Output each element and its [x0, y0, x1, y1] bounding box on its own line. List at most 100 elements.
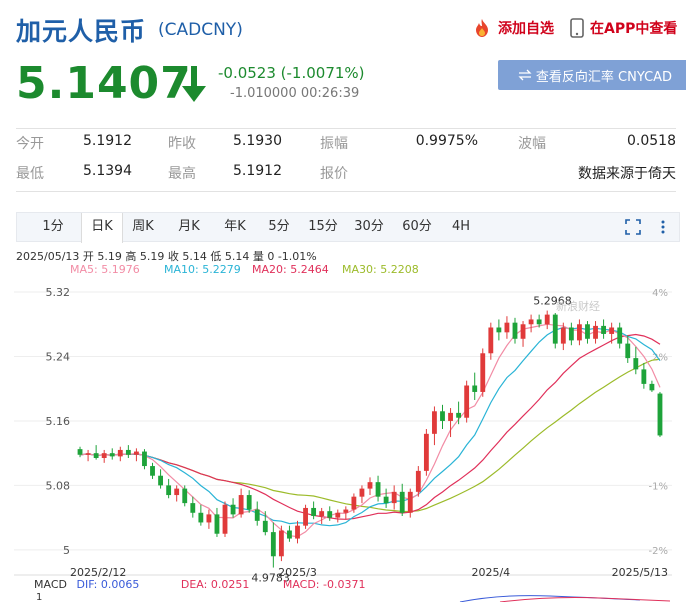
candle	[150, 462, 155, 479]
tab-daily[interactable]: 日K	[81, 213, 123, 243]
fullscreen-icon[interactable]	[625, 219, 641, 235]
candle	[585, 321, 590, 344]
stat-label-quote: 报价	[320, 166, 348, 182]
tab-30min[interactable]: 30分	[347, 213, 391, 241]
tab-1min[interactable]: 1分	[35, 213, 71, 241]
candle	[311, 501, 317, 520]
candle	[657, 391, 663, 438]
candle	[101, 449, 107, 463]
stat-value-range: 0.0518	[627, 133, 676, 149]
arrow-down-icon	[182, 66, 206, 102]
macd-value: MACD: -0.0371	[282, 578, 366, 591]
candle	[335, 509, 341, 523]
tab-monthly[interactable]: 月K	[169, 213, 209, 241]
ma5-legend: MA5: 5.1976	[70, 263, 140, 276]
candle	[93, 445, 99, 460]
candle	[238, 488, 244, 518]
swap-icon	[518, 69, 532, 81]
current-price: 5.1407	[16, 58, 192, 109]
candle	[133, 448, 139, 462]
tab-weekly[interactable]: 周K	[125, 213, 161, 241]
ma10-legend: MA10: 5.2279	[164, 263, 241, 276]
stats-table: 今开 5.1912 昨收 5.1930 振幅 0.9975% 波幅 0.0518…	[16, 128, 676, 192]
candle	[359, 485, 365, 504]
view-in-app-label: 在APP中查看	[590, 21, 678, 37]
stat-label-amplitude: 振幅	[320, 136, 348, 152]
candle	[367, 477, 373, 496]
stat-label-range: 波幅	[518, 136, 546, 152]
price-subtext: -1.010000 00:26:39	[230, 86, 360, 101]
candle	[142, 449, 147, 470]
candle	[109, 448, 115, 460]
candle	[593, 321, 598, 344]
candle	[303, 504, 308, 529]
add-watchlist-label: 添加自选	[498, 21, 554, 37]
ma20-legend: MA20: 5.2464	[252, 263, 329, 276]
candle	[601, 319, 607, 339]
y-tick-label-percent: 4%	[652, 288, 668, 299]
candle	[472, 372, 478, 400]
tab-4h[interactable]: 4H	[443, 213, 479, 241]
chart-period-tabs: 1分 日K 周K 月K 年K 5分 15分 30分 60分 4H	[16, 212, 680, 243]
header: 加元人民币 (CADCNY) 添加自选 在APP中查看	[16, 8, 680, 48]
data-source-text: 数据来源于倚天	[578, 166, 676, 182]
stat-value-open: 5.1912	[83, 133, 132, 149]
tab-15min[interactable]: 15分	[303, 213, 343, 241]
y-tick-label: 5	[63, 544, 70, 557]
candle	[512, 317, 518, 344]
macd-legend: MACD DIF: 0.0065 DEA: 0.0251 MACD: -0.03…	[34, 578, 365, 591]
stat-label-prev-close: 昨收	[168, 136, 196, 152]
candle	[295, 520, 300, 544]
macd-dea: DEA: 0.0251	[180, 578, 250, 591]
view-in-app-button[interactable]: 在APP中查看	[570, 18, 677, 38]
x-axis-label: 2025/5/13	[612, 566, 668, 579]
macd-lines	[459, 595, 671, 602]
candle	[544, 310, 550, 330]
candle	[246, 490, 252, 513]
candle	[125, 445, 131, 458]
candle	[278, 525, 284, 562]
y-tick-label: 5.16	[46, 415, 71, 428]
candle	[174, 485, 180, 502]
candle	[343, 506, 349, 520]
candle	[77, 446, 83, 458]
candle	[319, 507, 325, 525]
stat-value-high: 5.1912	[233, 163, 282, 179]
flame-icon	[476, 19, 488, 37]
candle	[270, 522, 276, 568]
ma30-legend: MA30: 5.2208	[342, 263, 419, 276]
stat-label-high: 最高	[168, 166, 196, 182]
candle	[206, 509, 212, 529]
candle	[464, 380, 470, 423]
candle	[568, 322, 574, 346]
candle	[432, 406, 437, 446]
y-tick-label-percent: -2%	[649, 546, 668, 557]
page-title: 加元人民币	[16, 17, 147, 46]
candle	[423, 429, 429, 476]
tab-yearly[interactable]: 年K	[215, 213, 255, 241]
y-tick-label: 5.32	[46, 286, 71, 299]
tab-60min[interactable]: 60分	[395, 213, 439, 241]
reverse-rate-button[interactable]: 查看反向汇率 CNYCAD	[498, 60, 686, 90]
candle	[440, 404, 445, 429]
currency-code: (CADCNY)	[158, 20, 243, 40]
candle	[375, 475, 381, 502]
candle	[528, 314, 534, 333]
add-watchlist-button[interactable]: 添加自选	[472, 18, 554, 38]
more-options-icon[interactable]	[655, 219, 671, 235]
candle	[552, 313, 558, 349]
candle	[577, 319, 582, 346]
y-axis-labels: 5.325.245.165.0854%2%-1%-2%	[46, 286, 669, 557]
candle	[407, 488, 413, 518]
candle	[214, 507, 220, 537]
candle	[496, 319, 502, 341]
kline-chart[interactable]: 5.325.245.165.0854%2%-1%-2% 5.29684.9783…	[0, 278, 686, 602]
candle	[190, 496, 196, 518]
tab-5min[interactable]: 5分	[261, 213, 297, 241]
reverse-rate-label: 查看反向汇率 CNYCAD	[535, 69, 673, 85]
macd-dif: DIF: 0.0065	[76, 578, 140, 591]
phone-icon	[570, 18, 584, 38]
y-tick-label: 5.08	[46, 479, 71, 492]
candle	[399, 483, 405, 516]
candles	[77, 310, 663, 568]
